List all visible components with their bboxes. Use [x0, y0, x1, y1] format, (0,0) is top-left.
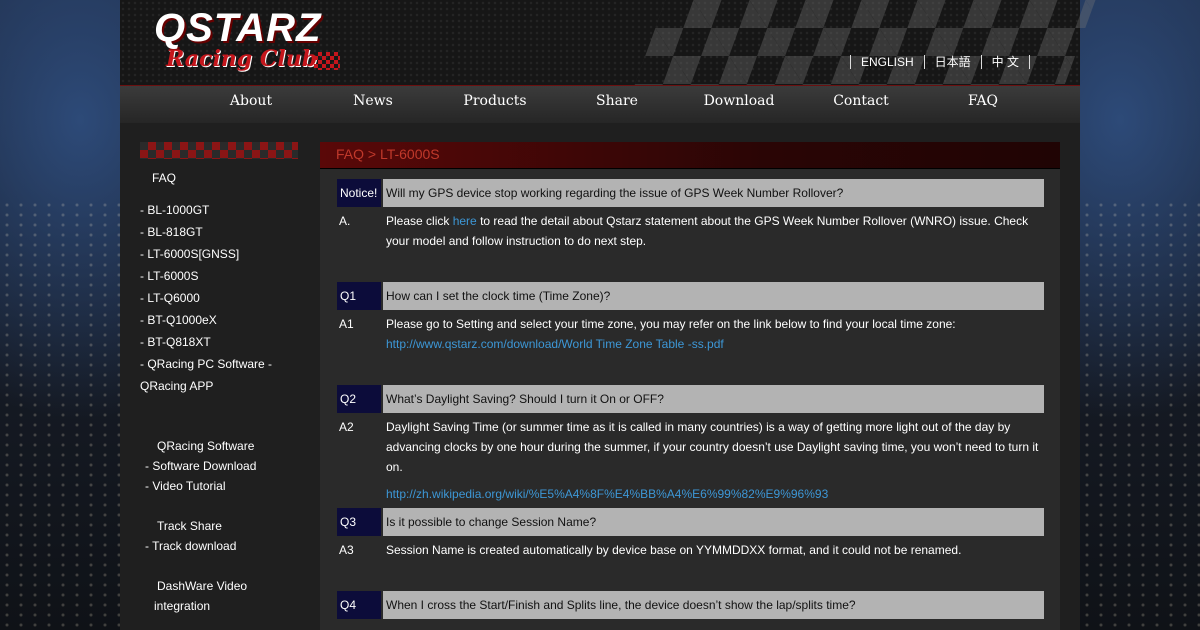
question-tag: Notice!: [337, 179, 381, 207]
answer-tag: A3: [339, 543, 354, 557]
sidebar-software-download-link[interactable]: - Software Download: [145, 459, 256, 473]
sidebar-track-share-heading: Track Share: [157, 519, 222, 533]
sidebar-item-qracing-app[interactable]: QRacing APP: [140, 375, 300, 397]
answer-text: Session Name is created automatically by…: [386, 543, 962, 557]
background-stadium-lights-right: [1080, 200, 1200, 630]
answer-text: Daylight Saving Time (or summer time as …: [386, 420, 1039, 474]
logo-wordmark: QSTARZ: [154, 6, 322, 50]
sidebar-dashware-heading-line2[interactable]: integration: [154, 599, 210, 613]
sidebar-item-bl-1000gt[interactable]: - BL-1000GT: [140, 199, 300, 221]
answer-tag: A1: [339, 317, 354, 331]
main-navigation: About News Products Share Download Conta…: [120, 85, 1080, 123]
question-row: Q3 Is it possible to change Session Name…: [337, 508, 1044, 536]
sidebar-qracing-heading: QRacing Software: [157, 439, 255, 453]
sidebar-item-bt-q818xt[interactable]: - BT-Q818XT: [140, 331, 300, 353]
nav-products[interactable]: Products: [450, 93, 540, 109]
question-text: Will my GPS device stop working regardin…: [383, 179, 1044, 207]
answer-tag: A.: [339, 214, 351, 228]
sidebar-video-tutorial-link[interactable]: - Video Tutorial: [145, 479, 226, 493]
question-tag: Q4: [337, 591, 381, 619]
question-row: Q4 When I cross the Start/Finish and Spl…: [337, 591, 1044, 619]
language-chinese-link[interactable]: 中 文: [992, 53, 1019, 70]
logo-subtitle: Racing Club: [166, 46, 318, 72]
qstarz-racing-club-logo[interactable]: QSTARZ Racing Club: [154, 6, 364, 76]
logo-flag-icon: [314, 52, 340, 70]
question-row: Q1 How can I set the clock time (Time Zo…: [337, 282, 1044, 310]
answer-text-part: Please click: [386, 214, 453, 228]
checkered-flag-decoration: [634, 0, 1096, 85]
sidebar-title: FAQ: [152, 171, 177, 185]
content-header-bar: FAQ > LT-6000S: [320, 142, 1060, 169]
sidebar-checkered-banner: [140, 142, 298, 159]
answer-text: Please click here to read the detail abo…: [386, 211, 1044, 251]
sidebar-item-lt-q6000[interactable]: - LT-Q6000: [140, 287, 300, 309]
wnro-here-link[interactable]: here: [453, 214, 477, 228]
sidebar-item-bt-q1000ex[interactable]: - BT-Q1000eX: [140, 309, 300, 331]
divider: [923, 54, 925, 69]
question-text: Is it possible to change Session Name?: [383, 508, 1044, 536]
sidebar-track-download-link[interactable]: - Track download: [145, 539, 236, 553]
question-text: How can I set the clock time (Time Zone)…: [383, 282, 1044, 310]
nav-faq[interactable]: FAQ: [938, 93, 1028, 109]
nav-news[interactable]: News: [328, 93, 418, 109]
language-japanese-link[interactable]: 日本語: [935, 53, 971, 70]
sidebar: FAQ - BL-1000GT - BL-818GT - LT-6000S[GN…: [140, 142, 300, 613]
sidebar-dashware-heading[interactable]: DashWare Video: [157, 579, 247, 593]
sidebar-item-qracing-pc-software[interactable]: - QRacing PC Software -: [140, 353, 300, 375]
language-switcher: ENGLISH 日本語 中 文: [840, 53, 1040, 70]
question-row: Q2 What’s Daylight Saving? Should I turn…: [337, 385, 1044, 413]
divider: [849, 54, 851, 69]
page-container: QSTARZ Racing Club ENGLISH 日本語 中 文 About…: [120, 0, 1096, 630]
divider: [1029, 54, 1030, 69]
nav-contact[interactable]: Contact: [816, 93, 906, 109]
answer-text: Please go to Setting and select your tim…: [386, 317, 956, 331]
sidebar-item-bl-818gt[interactable]: - BL-818GT: [140, 221, 300, 243]
nav-about[interactable]: About: [206, 93, 296, 109]
language-english-link[interactable]: ENGLISH: [861, 55, 914, 69]
question-text: What’s Daylight Saving? Should I turn it…: [383, 385, 1044, 413]
nav-share[interactable]: Share: [572, 93, 662, 109]
time-zone-table-link[interactable]: http://www.qstarz.com/download/World Tim…: [386, 334, 1044, 354]
divider: [980, 54, 982, 69]
breadcrumb: FAQ > LT-6000S: [336, 146, 440, 162]
sidebar-product-list: - BL-1000GT - BL-818GT - LT-6000S[GNSS] …: [140, 199, 300, 397]
question-text: When I cross the Start/Finish and Splits…: [383, 591, 1044, 619]
answer-text-part: to read the detail about Qstarz statemen…: [386, 214, 1029, 248]
question-row: Notice! Will my GPS device stop working …: [337, 179, 1044, 207]
daylight-saving-wiki-link[interactable]: http://zh.wikipedia.org/wiki/%E5%A4%8F%E…: [386, 484, 1044, 504]
background-stadium-lights-left: [0, 200, 120, 630]
question-tag: Q2: [337, 385, 381, 413]
answer-tag: A2: [339, 420, 354, 434]
faq-content: FAQ > LT-6000S Notice! Will my GPS devic…: [320, 142, 1060, 630]
question-tag: Q1: [337, 282, 381, 310]
site-header: QSTARZ Racing Club ENGLISH 日本語 中 文: [120, 0, 1096, 85]
nav-download[interactable]: Download: [694, 93, 784, 109]
sidebar-item-lt-6000s[interactable]: - LT-6000S: [140, 265, 300, 287]
sidebar-item-lt-6000s-gnss[interactable]: - LT-6000S[GNSS]: [140, 243, 300, 265]
question-tag: Q3: [337, 508, 381, 536]
